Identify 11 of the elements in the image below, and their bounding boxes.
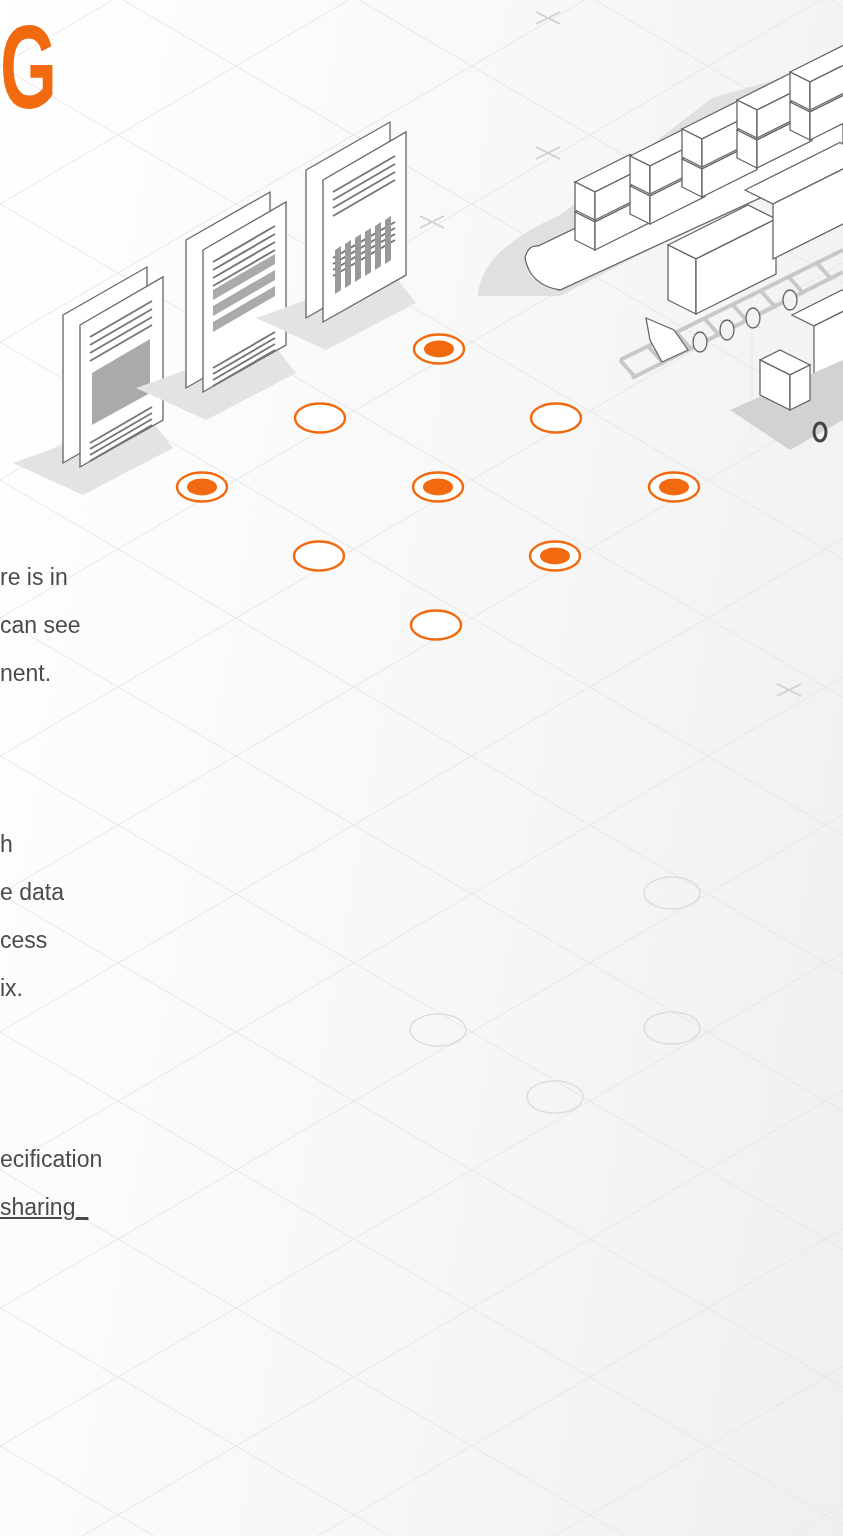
faint-node (409, 1013, 467, 1047)
link[interactable]: sharing_ (0, 1194, 89, 1220)
faint-node (526, 1080, 584, 1114)
x-mark-icon (776, 683, 802, 697)
x-mark-icon (535, 146, 561, 160)
x-mark-icon (419, 215, 445, 229)
logo-heading: G (0, 8, 57, 126)
paragraph: h e data cess ix. (0, 830, 65, 1003)
paragraph: re is in can see nent. (0, 563, 82, 688)
x-mark-icon (535, 11, 561, 25)
paragraph: ecification sharing_ (0, 1145, 104, 1222)
